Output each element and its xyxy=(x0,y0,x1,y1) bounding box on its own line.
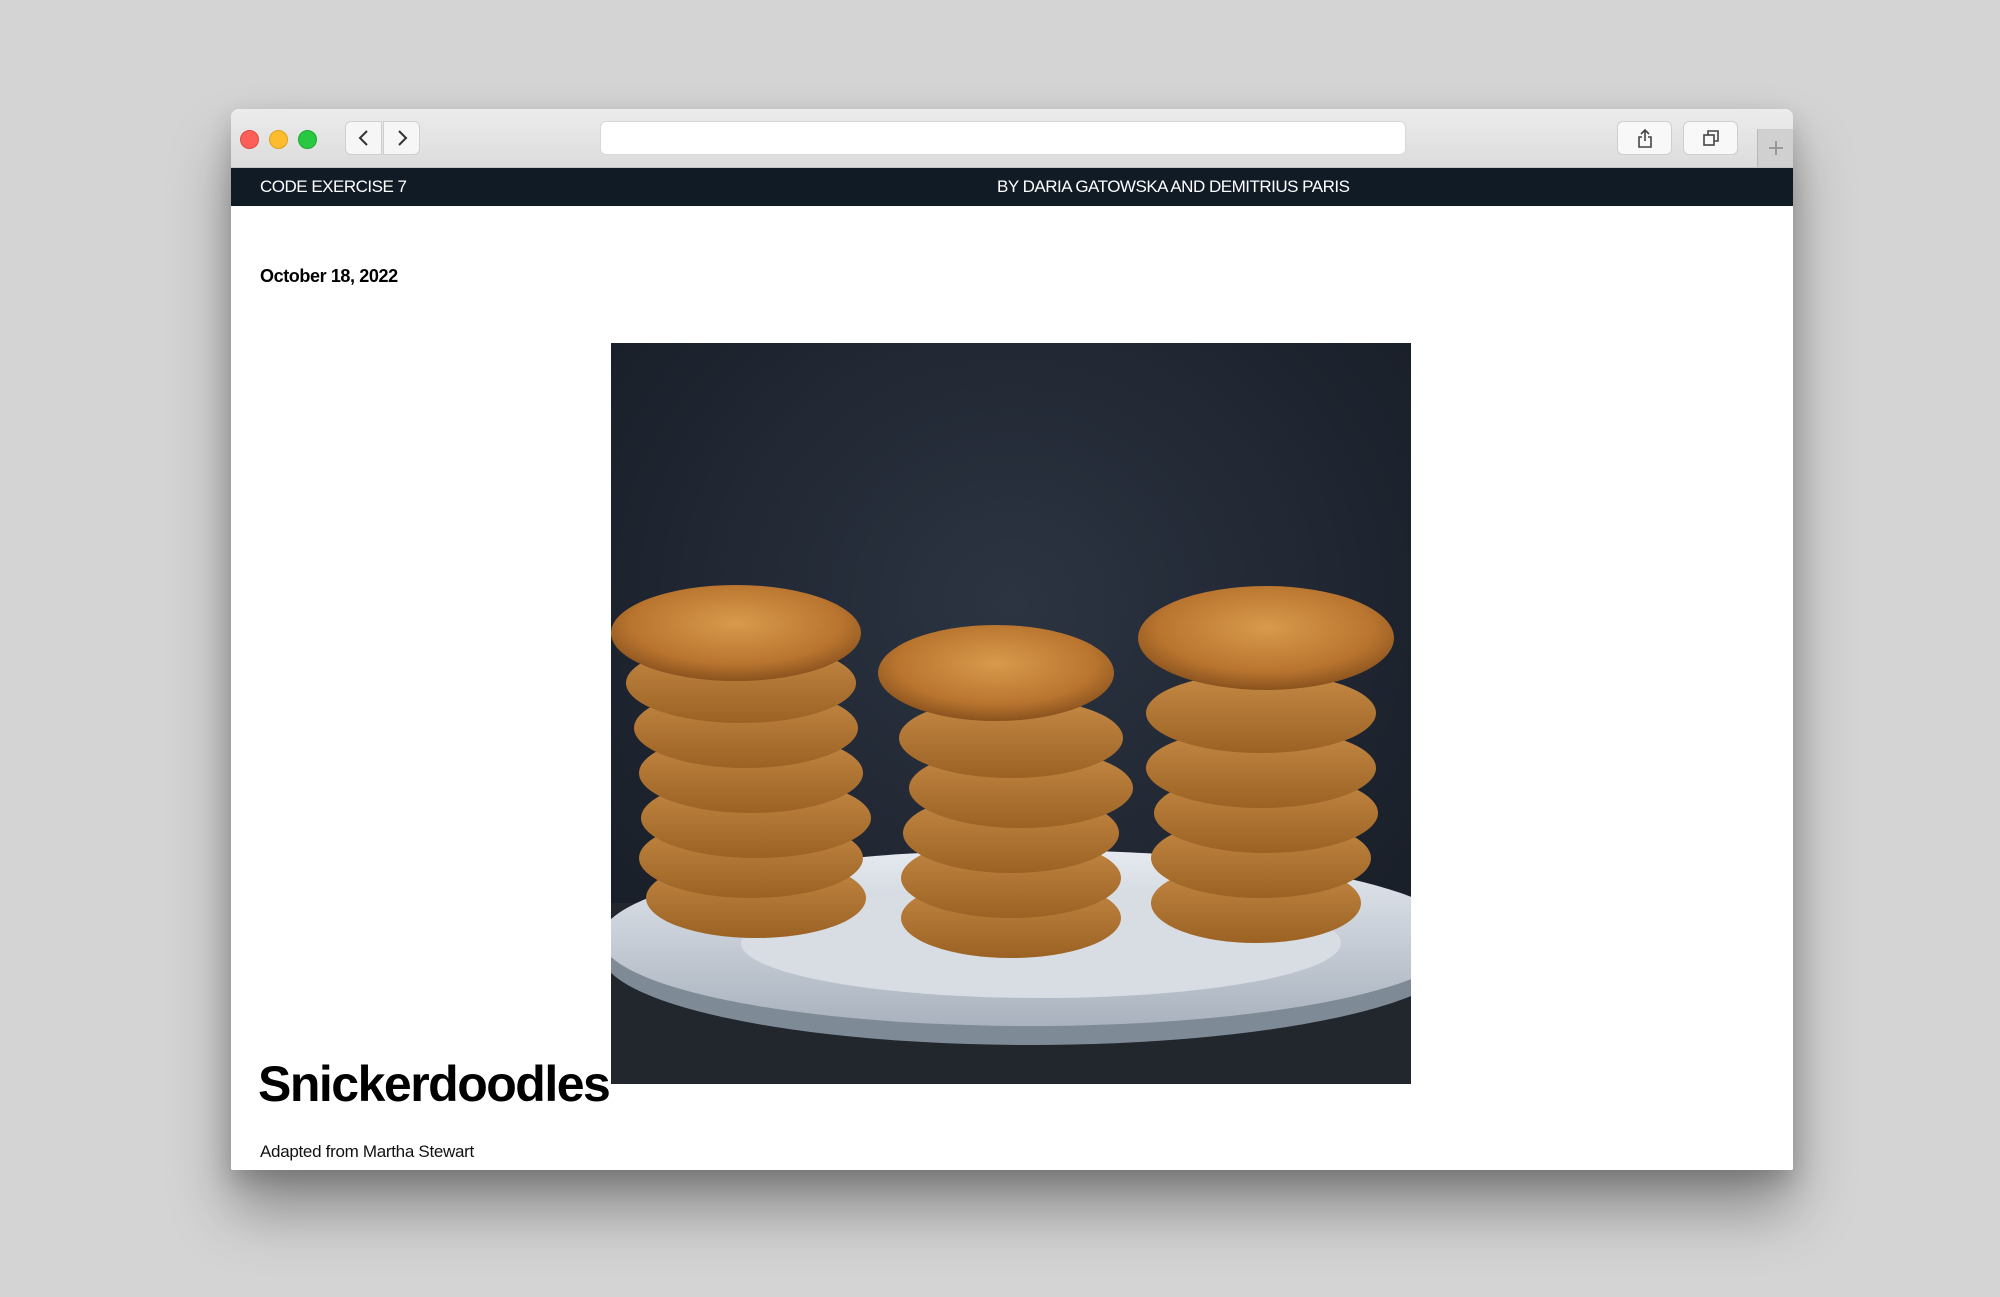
site-byline: BY DARIA GATOWSKA AND DEMITRIUS PARIS xyxy=(997,177,1350,196)
browser-toolbar xyxy=(231,109,1793,168)
minimize-window-button[interactable] xyxy=(269,130,288,149)
new-tab-button[interactable] xyxy=(1757,129,1793,167)
back-button[interactable] xyxy=(345,121,382,155)
forward-button[interactable] xyxy=(383,121,420,155)
site-title-link[interactable]: CODE EXERCISE 7 xyxy=(260,168,407,206)
browser-window: CODE EXERCISE 7 BY DARIA GATOWSKA AND DE… xyxy=(231,109,1793,1170)
address-bar[interactable] xyxy=(600,121,1406,155)
chevron-left-icon xyxy=(358,130,368,146)
desktop-background: CODE EXERCISE 7 BY DARIA GATOWSKA AND DE… xyxy=(0,0,2000,1297)
cookie-photo xyxy=(611,343,1411,1084)
tabs-overview-icon xyxy=(1702,130,1719,146)
site-header: CODE EXERCISE 7 BY DARIA GATOWSKA AND DE… xyxy=(231,168,1793,206)
chevron-right-icon xyxy=(397,130,407,146)
page-content: October 18, 2022 Snickerdoodles Adapted … xyxy=(231,206,1793,1170)
show-tabs-button[interactable] xyxy=(1683,121,1738,155)
share-icon xyxy=(1637,128,1652,148)
close-window-button[interactable] xyxy=(240,130,259,149)
recipe-title: Snickerdoodles xyxy=(258,1056,611,1112)
post-date: October 18, 2022 xyxy=(260,266,398,286)
recipe-source: Adapted from Martha Stewart xyxy=(260,1142,474,1161)
zoom-window-button[interactable] xyxy=(298,130,317,149)
share-button[interactable] xyxy=(1617,121,1672,155)
plus-icon xyxy=(1769,141,1783,155)
